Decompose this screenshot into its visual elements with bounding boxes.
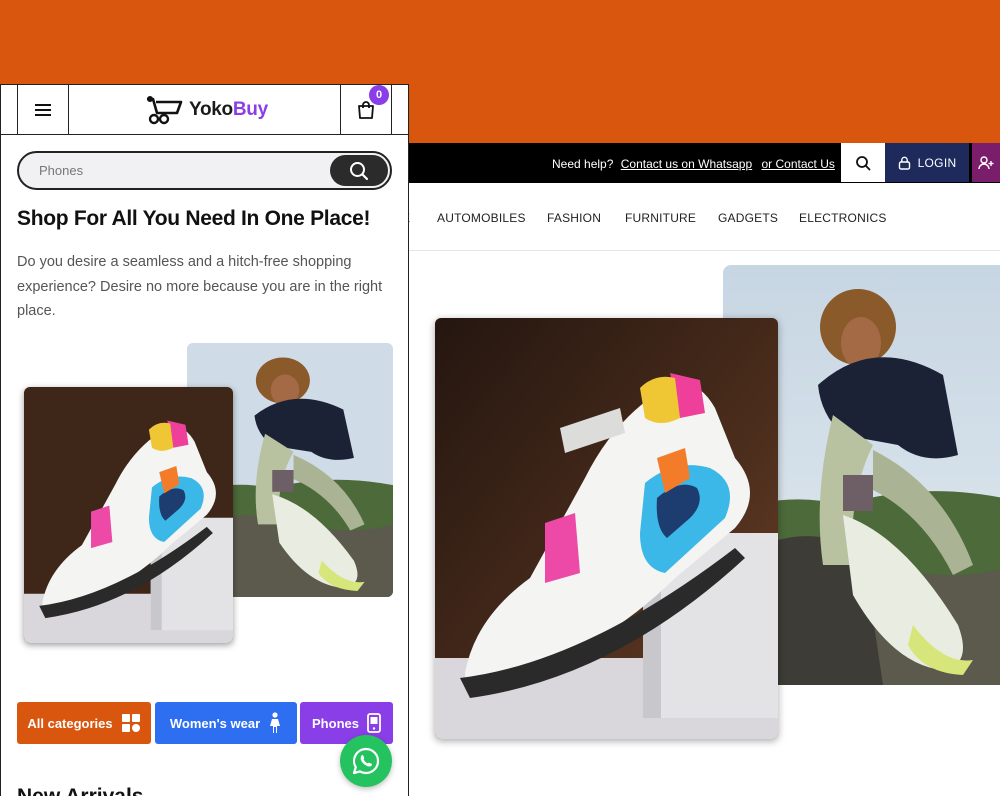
chip-label-womens-wear: Women's wear xyxy=(169,715,261,731)
chip-label-all-categories: All categories xyxy=(27,715,113,731)
hamburger-menu-icon xyxy=(35,103,51,117)
brand-name: YokoBuy xyxy=(189,99,268,121)
mobile-header: YokoBuy 0 xyxy=(1,85,408,135)
womens-wear-button[interactable]: Women's wear xyxy=(155,702,297,744)
lock-icon xyxy=(898,156,911,170)
nav-item-electronics[interactable]: ELECTRONICS xyxy=(799,211,887,225)
search-button[interactable] xyxy=(330,155,388,186)
brand-name-part2: Buy xyxy=(232,99,268,120)
chip-label-phones: Phones xyxy=(312,715,359,731)
phone-icon xyxy=(367,713,381,733)
woman-icon xyxy=(268,712,282,734)
mobile-view: YokoBuy 0 Shop For All You Need In One P… xyxy=(0,84,409,796)
add-user-icon xyxy=(978,155,994,171)
brand-name-part1: Yoko xyxy=(189,99,233,120)
desktop-search-button[interactable] xyxy=(841,143,885,182)
nav-item-automobiles[interactable]: AUTOMOBILES xyxy=(437,211,526,225)
register-button[interactable] xyxy=(972,143,1000,182)
mobile-sneaker-image xyxy=(24,387,233,643)
search-bar xyxy=(17,151,392,190)
nav-item-gadgets[interactable]: GADGETS xyxy=(718,211,778,225)
whatsapp-contact-link[interactable]: Contact us on Whatsapp xyxy=(621,157,752,171)
search-icon xyxy=(855,155,871,171)
contact-us-link[interactable]: or Contact Us xyxy=(762,157,835,171)
nav-item-furniture[interactable]: FURNITURE xyxy=(625,211,696,225)
menu-button[interactable] xyxy=(17,85,69,134)
grid-icon xyxy=(121,713,141,733)
all-categories-button[interactable]: All categories xyxy=(17,702,151,744)
login-label: LOGIN xyxy=(917,155,957,170)
cart-logo-icon xyxy=(145,95,183,125)
cart-button[interactable]: 0 xyxy=(340,85,392,134)
whatsapp-chat-button[interactable] xyxy=(340,735,392,787)
nav-item-fashion[interactable]: FASHION xyxy=(547,211,601,225)
next-section-heading: New Arrivals xyxy=(17,785,143,796)
hero-sneaker-image xyxy=(435,318,778,739)
whatsapp-icon xyxy=(351,746,381,776)
help-text: Need help? Contact us on Whatsapp or Con… xyxy=(552,157,835,171)
search-input[interactable] xyxy=(39,159,319,181)
cart-count-badge: 0 xyxy=(369,85,389,105)
hero-title: Shop For All You Need In One Place! xyxy=(17,207,371,230)
yokobuy-logo[interactable]: YokoBuy xyxy=(145,93,268,127)
login-button[interactable]: LOGIN xyxy=(885,143,969,182)
hero-description: Do you desire a seamless and a hitch-fre… xyxy=(17,254,383,319)
search-icon xyxy=(349,161,369,181)
help-prefix: Need help? xyxy=(552,157,614,171)
